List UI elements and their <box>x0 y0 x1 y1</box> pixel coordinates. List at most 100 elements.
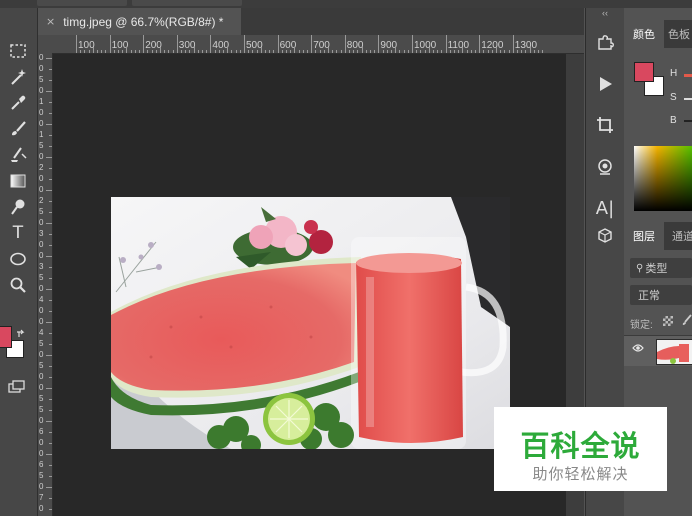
ruler-major-tick <box>244 35 245 53</box>
ruler-label: 0 <box>39 284 44 293</box>
ruler-tick <box>49 476 52 477</box>
ruler-minor-tick <box>122 50 124 53</box>
color-spectrum[interactable] <box>634 146 692 211</box>
ruler-tick <box>49 509 52 510</box>
document-tab-bar: × timg.jpeg @ 66.7%(RGB/8#) * <box>38 8 584 35</box>
close-tab-icon[interactable]: × <box>46 15 55 28</box>
ruler-label: 5 <box>39 339 44 348</box>
ruler-minor-tick <box>437 50 439 53</box>
eyedropper-tool-icon[interactable] <box>6 92 30 114</box>
clone-stamp-tool-icon[interactable] <box>6 144 30 166</box>
magic-wand-tool-icon[interactable] <box>6 66 30 88</box>
ruler-minor-tick <box>134 50 136 53</box>
screen-mode-icon[interactable] <box>8 380 26 399</box>
ruler-tick <box>46 289 52 290</box>
ruler-minor-tick <box>168 50 170 53</box>
layer-row[interactable] <box>624 336 692 366</box>
ruler-major-tick <box>109 35 111 53</box>
ruler-label: 5 <box>39 273 44 282</box>
hue-slider[interactable] <box>684 74 692 77</box>
brush-tool-icon[interactable] <box>6 118 30 140</box>
ruler-label: 5 <box>39 394 44 403</box>
ruler-minor-tick <box>197 50 199 53</box>
ruler-label: 5 <box>39 361 44 370</box>
ruler-minor-tick <box>265 50 266 53</box>
tab-color[interactable]: 颜色 <box>624 20 664 48</box>
ruler-minor-tick <box>508 50 510 53</box>
ruler-minor-tick <box>529 47 531 53</box>
tab-swatches[interactable]: 色板 <box>668 20 692 48</box>
search-icon: ⚲ <box>636 262 644 274</box>
ruler-minor-tick <box>357 50 359 53</box>
puzzle-plugin-icon[interactable] <box>586 26 624 58</box>
ruler-label: 0 <box>39 64 44 73</box>
ruler-minor-tick <box>239 50 241 53</box>
ruler-label: 0 <box>39 218 44 227</box>
ruler-tick <box>49 443 52 444</box>
foreground-color-swatch[interactable] <box>0 326 12 348</box>
layer-filter-input[interactable]: ⚲ 类型 <box>630 258 692 278</box>
ruler-minor-tick <box>189 50 191 53</box>
ruler-tick <box>49 146 52 147</box>
marquee-tool-icon[interactable] <box>6 40 30 62</box>
ruler-tick <box>46 91 52 92</box>
ruler-tick <box>49 311 52 312</box>
document-tab[interactable]: × timg.jpeg @ 66.7%(RGB/8#) * <box>38 8 241 35</box>
ruler-minor-tick <box>449 50 451 53</box>
ruler-tick <box>49 69 52 70</box>
swap-colors-icon[interactable] <box>16 326 26 344</box>
type-tool-icon[interactable]: T <box>6 222 30 244</box>
collapse-panels-icon[interactable]: ‹‹ <box>586 8 624 20</box>
document-image[interactable] <box>111 197 510 449</box>
zoom-tool-icon[interactable] <box>6 274 30 296</box>
ruler-minor-tick <box>542 50 544 53</box>
ruler-minor-tick <box>475 50 476 53</box>
gradient-tool-icon[interactable] <box>6 170 30 192</box>
ruler-label: 0 <box>39 185 44 194</box>
ruler-tick <box>46 58 52 59</box>
ruler-minor-tick <box>483 50 485 53</box>
ruler-tick <box>49 135 52 136</box>
saturation-slider[interactable] <box>684 98 692 100</box>
brightness-slider[interactable] <box>684 120 692 122</box>
ruler-label: 0 <box>39 86 44 95</box>
dodge-tool-icon[interactable] <box>6 196 30 218</box>
ruler-tick <box>49 102 52 103</box>
ruler-tick <box>49 212 52 213</box>
ruler-minor-tick <box>273 50 275 53</box>
ruler-minor-tick <box>517 50 518 53</box>
lock-brush-icon[interactable] <box>682 314 692 329</box>
brightness-label: B <box>670 115 677 126</box>
saturation-label: S <box>670 92 677 103</box>
ruler-minor-tick <box>101 50 103 53</box>
color-panel-foreground-swatch[interactable] <box>634 62 654 82</box>
ruler-major-tick <box>344 35 346 53</box>
ruler-minor-tick <box>538 50 539 53</box>
play-action-icon[interactable] <box>586 68 624 100</box>
ruler-minor-tick <box>458 50 460 53</box>
device-preview-icon[interactable] <box>586 151 624 183</box>
ruler-label: 0 <box>39 416 44 425</box>
tab-layers[interactable]: 图层 <box>624 222 664 250</box>
blend-mode-select[interactable]: 正常 <box>630 285 692 305</box>
ruler-minor-tick <box>298 50 300 53</box>
ruler-minor-tick <box>496 47 497 53</box>
ruler-label: 1 <box>39 130 44 139</box>
ellipse-tool-icon[interactable] <box>6 248 30 270</box>
3d-cube-icon[interactable] <box>586 220 624 252</box>
ruler-major-tick <box>277 35 279 53</box>
lock-transparency-icon[interactable] <box>663 316 673 326</box>
ruler-tick <box>46 421 52 422</box>
ruler-label: 0 <box>39 449 44 458</box>
ruler-minor-tick <box>441 50 443 53</box>
ruler-major-tick <box>210 35 212 53</box>
crop-icon[interactable] <box>586 109 624 141</box>
ruler-label: 4 <box>39 295 44 304</box>
ruler-tick <box>46 388 52 389</box>
ruler-minor-tick <box>92 47 94 53</box>
ruler-minor-tick <box>491 50 493 53</box>
ruler-label: 0 <box>39 504 44 513</box>
tab-channels[interactable]: 通道 <box>672 222 692 250</box>
layer-visibility-icon[interactable] <box>632 343 644 356</box>
ruler-minor-tick <box>420 50 422 53</box>
